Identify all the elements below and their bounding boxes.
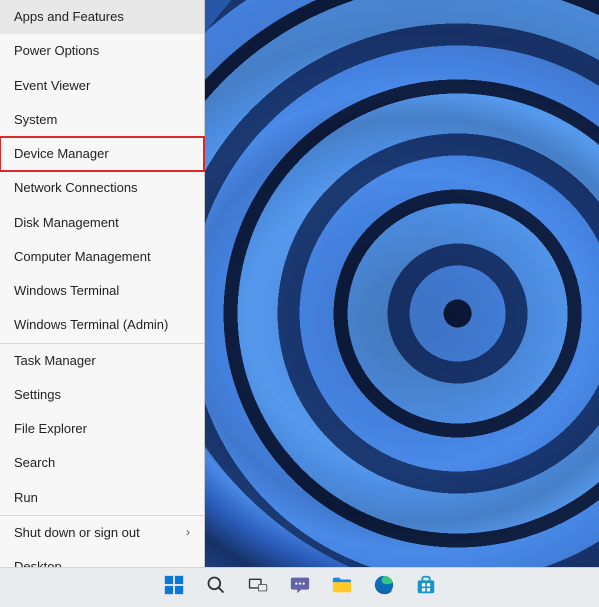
chat-icon [289, 574, 311, 601]
menu-item-label: Settings [14, 387, 61, 403]
menu-item-label: Search [14, 455, 55, 471]
menu-item-device-manager[interactable]: Device Manager [0, 137, 204, 171]
menu-item-file-explorer[interactable]: File Explorer [0, 412, 204, 446]
task-view-icon [247, 574, 269, 601]
menu-item-run[interactable]: Run [0, 481, 204, 515]
menu-item-windows-terminal-admin[interactable]: Windows Terminal (Admin) [0, 308, 204, 342]
edge-icon [373, 574, 395, 601]
menu-item-label: Windows Terminal (Admin) [14, 317, 168, 333]
menu-item-power-options[interactable]: Power Options [0, 34, 204, 68]
winx-context-menu: Apps and Features Power Options Event View… [0, 0, 205, 585]
taskbar [0, 567, 599, 607]
menu-item-label: Device Manager [14, 146, 109, 162]
menu-item-task-manager[interactable]: Task Manager [0, 344, 204, 378]
task-view-button[interactable] [241, 571, 275, 605]
menu-item-label: Disk Management [14, 215, 119, 231]
chevron-right-icon: › [186, 525, 190, 540]
start-icon [163, 574, 185, 601]
file-explorer-button[interactable] [325, 571, 359, 605]
menu-item-disk-management[interactable]: Disk Management [0, 206, 204, 240]
menu-item-label: Shut down or sign out [14, 525, 140, 541]
menu-item-label: Run [14, 490, 38, 506]
menu-item-windows-terminal[interactable]: Windows Terminal [0, 274, 204, 308]
menu-item-settings[interactable]: Settings [0, 378, 204, 412]
edge-button[interactable] [367, 571, 401, 605]
store-button[interactable] [409, 571, 443, 605]
menu-item-label: Windows Terminal [14, 283, 119, 299]
menu-item-label: Task Manager [14, 353, 96, 369]
search-icon [206, 575, 226, 600]
menu-item-event-viewer[interactable]: Event Viewer [0, 69, 204, 103]
menu-item-label: Network Connections [14, 180, 138, 196]
menu-item-computer-management[interactable]: Computer Management [0, 240, 204, 274]
search-button[interactable] [199, 571, 233, 605]
menu-item-label: Apps and Features [14, 9, 124, 25]
folder-icon [331, 574, 353, 601]
chat-button[interactable] [283, 571, 317, 605]
menu-item-label: System [14, 112, 57, 128]
store-icon [415, 574, 437, 601]
menu-item-label: Power Options [14, 43, 99, 59]
menu-item-label: Computer Management [14, 249, 151, 265]
menu-item-label: Event Viewer [14, 78, 90, 94]
menu-item-system[interactable]: System [0, 103, 204, 137]
menu-item-apps-and-features[interactable]: Apps and Features [0, 0, 204, 34]
menu-item-network-connections[interactable]: Network Connections [0, 171, 204, 205]
menu-item-label: File Explorer [14, 421, 87, 437]
start-button[interactable] [157, 571, 191, 605]
menu-item-shut-down-or-sign-out[interactable]: Shut down or sign out › [0, 516, 204, 550]
menu-item-search[interactable]: Search [0, 446, 204, 480]
